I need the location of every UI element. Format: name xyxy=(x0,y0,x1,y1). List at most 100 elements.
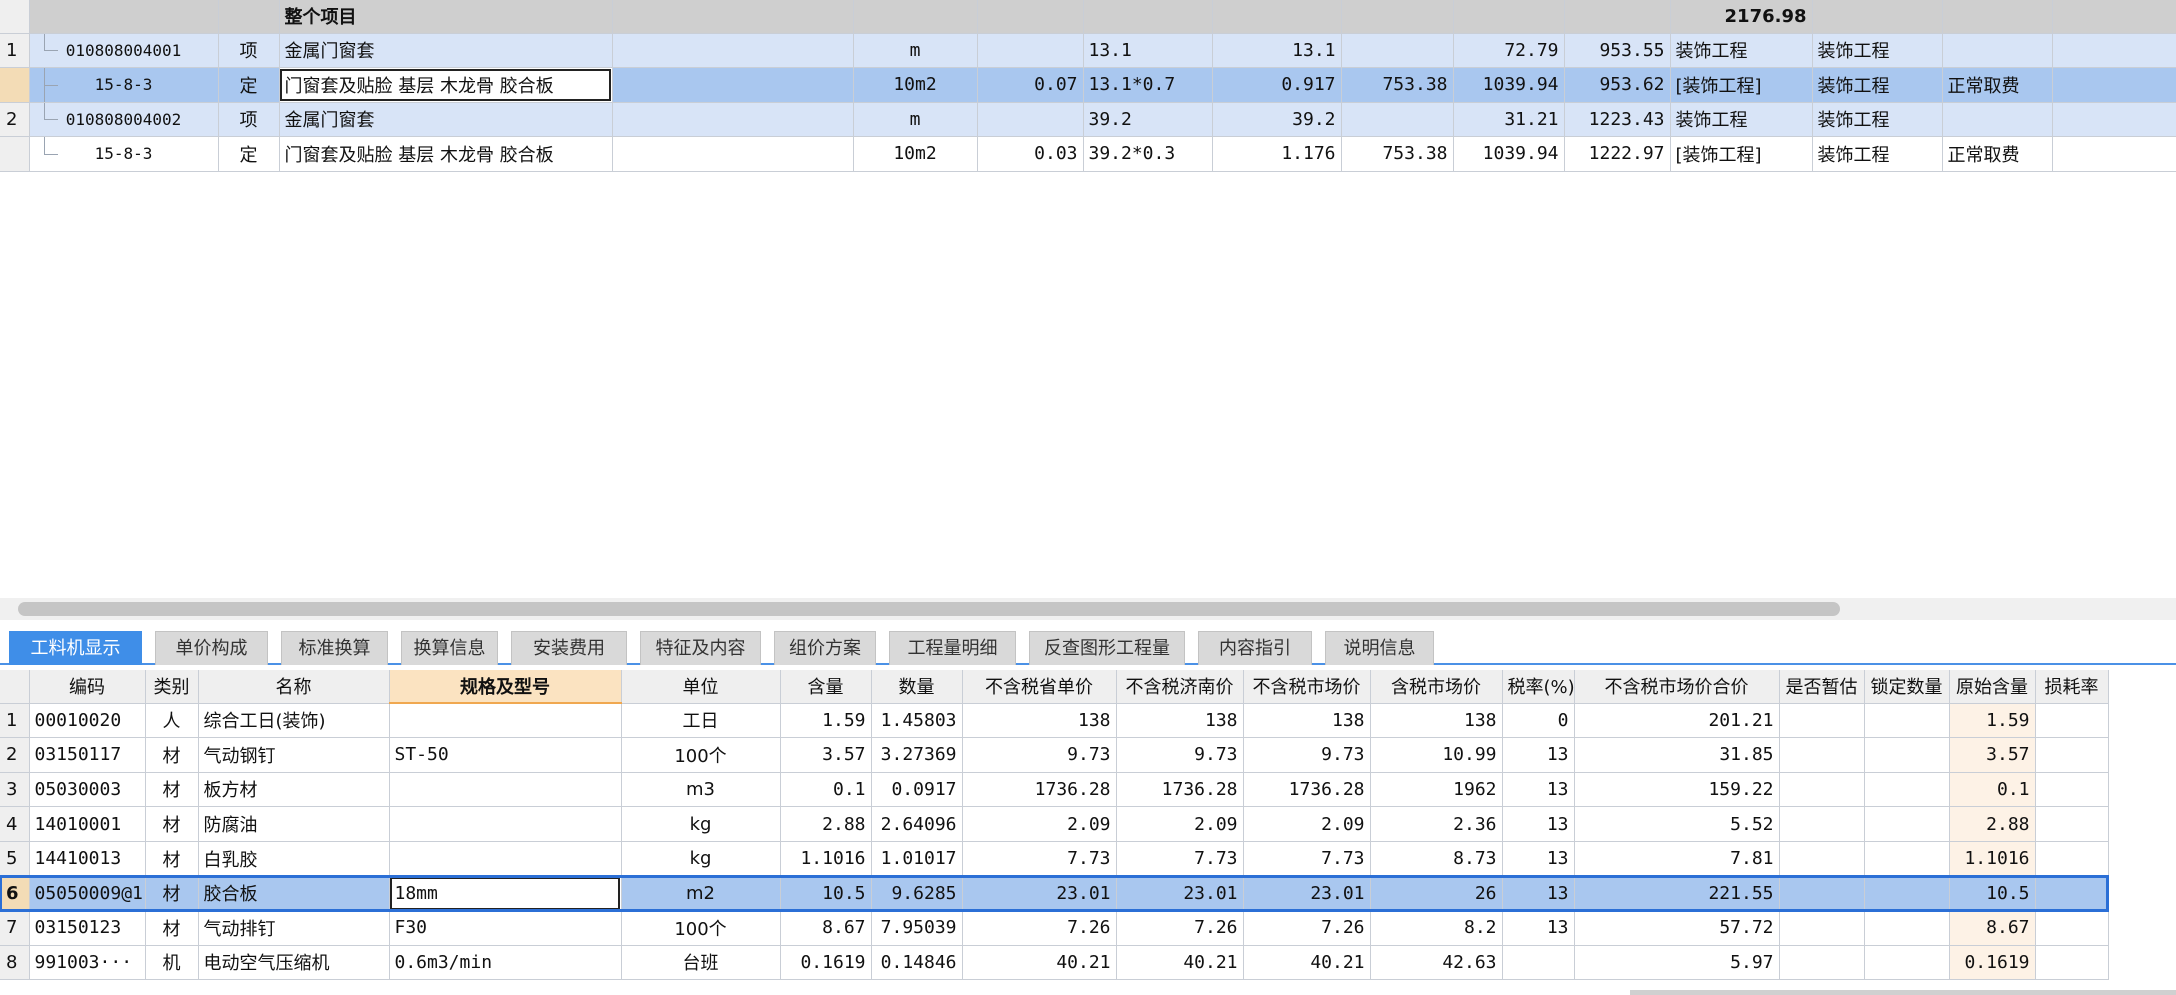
item-code[interactable]: 010808004002 xyxy=(29,102,219,137)
resource-code[interactable]: 05030003 xyxy=(29,772,146,808)
price-province[interactable]: 40.21 xyxy=(962,945,1117,981)
resource-content[interactable]: 1.59 xyxy=(780,703,872,739)
price-market[interactable]: 2.09 xyxy=(1243,806,1371,842)
resource-type[interactable]: 材 xyxy=(145,737,199,773)
column-header-5[interactable]: 单位 xyxy=(621,670,781,704)
tab-3[interactable]: 标准换算 xyxy=(281,631,388,665)
tax-rate[interactable]: 13 xyxy=(1502,875,1575,912)
resource-type[interactable]: 材 xyxy=(145,910,199,946)
price-market-tax[interactable]: 8.73 xyxy=(1370,841,1503,877)
resource-name[interactable]: 白乳胶 xyxy=(198,841,390,877)
resource-spec[interactable]: 0.6m3/min xyxy=(389,945,622,981)
price-jinan[interactable]: 23.01 xyxy=(1116,875,1244,912)
resource-type[interactable]: 材 xyxy=(145,875,199,912)
item-quantity[interactable]: 39.2 xyxy=(1212,102,1342,137)
bill-item-row[interactable]: 1 010808004001 项金属门窗套 m 13.1 13.1 72.79 953.55 装… xyxy=(0,33,2176,68)
price-province[interactable]: 1736.28 xyxy=(962,772,1117,808)
item-sum[interactable]: 1223.43 xyxy=(1564,102,1671,137)
price-province[interactable]: 23.01 xyxy=(962,875,1117,912)
resource-row[interactable]: 5 14410013 材白乳胶 kg 1.1016 1.01017 7.73 7.73 7.73… xyxy=(0,841,2109,877)
column-header-11[interactable]: 含税市场价 xyxy=(1370,670,1503,704)
item-sum[interactable]: 1222.97 xyxy=(1564,136,1671,172)
original-content[interactable]: 2.88 xyxy=(1949,806,2036,842)
item-quantity-expression[interactable]: 39.2 xyxy=(1083,102,1213,137)
resource-name[interactable]: 综合工日(装饰) xyxy=(198,703,390,739)
market-total[interactable]: 5.97 xyxy=(1574,945,1780,981)
resource-content[interactable]: 8.67 xyxy=(780,910,872,946)
price-province[interactable]: 138 xyxy=(962,703,1117,739)
tax-rate[interactable]: 13 xyxy=(1502,806,1575,842)
resource-type[interactable]: 材 xyxy=(145,806,199,842)
item-category[interactable]: 装饰工程 xyxy=(1670,102,1813,137)
item-quantity-expression[interactable]: 39.2*0.3 xyxy=(1083,136,1213,172)
item-name[interactable]: 金属门窗套 xyxy=(279,102,613,137)
price-jinan[interactable]: 1736.28 xyxy=(1116,772,1244,808)
resource-content[interactable]: 2.88 xyxy=(780,806,872,842)
is-estimate[interactable] xyxy=(1779,737,1865,773)
item-name[interactable]: 金属门窗套 xyxy=(279,33,613,68)
price-market-tax[interactable]: 42.63 xyxy=(1370,945,1503,981)
column-header-9[interactable]: 不含税济南价 xyxy=(1116,670,1244,704)
resource-type[interactable]: 材 xyxy=(145,772,199,808)
item-code[interactable]: 15-8-3 xyxy=(29,136,219,172)
market-total[interactable]: 57.72 xyxy=(1574,910,1780,946)
original-content[interactable]: 10.5 xyxy=(1949,875,2036,912)
resource-quantity[interactable]: 2.64096 xyxy=(871,806,963,842)
resource-unit[interactable]: 台班 xyxy=(621,945,781,981)
resource-content[interactable]: 0.1 xyxy=(780,772,872,808)
price-market[interactable]: 23.01 xyxy=(1243,875,1371,912)
resource-code[interactable]: 03150123 xyxy=(29,910,146,946)
column-header-12[interactable]: 税率(%) xyxy=(1502,670,1575,704)
item-unit[interactable]: 10m2 xyxy=(853,136,978,172)
original-content[interactable]: 1.1016 xyxy=(1949,841,2036,877)
price-market[interactable]: 7.73 xyxy=(1243,841,1371,877)
price-province[interactable]: 7.73 xyxy=(962,841,1117,877)
item-extra[interactable] xyxy=(2052,33,2176,68)
resource-content[interactable]: 0.1619 xyxy=(780,945,872,981)
tax-rate[interactable]: 0 xyxy=(1502,703,1575,739)
resource-spec[interactable] xyxy=(389,772,622,808)
resource-quantity[interactable]: 7.95039 xyxy=(871,910,963,946)
loss-rate[interactable] xyxy=(2035,772,2109,808)
price-market-tax[interactable]: 1962 xyxy=(1370,772,1503,808)
resource-name[interactable]: 防腐油 xyxy=(198,806,390,842)
market-total[interactable]: 7.81 xyxy=(1574,841,1780,877)
item-category[interactable]: [装饰工程] xyxy=(1670,136,1813,172)
tab-6[interactable]: 特征及内容 xyxy=(640,631,761,665)
resource-quantity[interactable]: 1.01017 xyxy=(871,841,963,877)
resource-type[interactable]: 材 xyxy=(145,841,199,877)
column-header-13[interactable]: 不含税市场价合价 xyxy=(1574,670,1780,704)
is-estimate[interactable] xyxy=(1779,703,1865,739)
is-estimate[interactable] xyxy=(1779,841,1865,877)
item-fee-type[interactable] xyxy=(1942,102,2053,137)
column-header-7[interactable]: 数量 xyxy=(871,670,963,704)
market-total[interactable]: 159.22 xyxy=(1574,772,1780,808)
resource-code[interactable]: 05050009@1 xyxy=(29,875,146,912)
column-header-17[interactable]: 损耗率 xyxy=(2035,670,2109,704)
tax-rate[interactable]: 13 xyxy=(1502,772,1575,808)
quota-row[interactable]: 15-8-3 定门窗套及贴脸 基层 木龙骨 胶合板 10m2 0.03 39.2*0.3… xyxy=(0,136,2176,172)
price-market[interactable]: 138 xyxy=(1243,703,1371,739)
resource-unit[interactable]: 工日 xyxy=(621,703,781,739)
resource-name[interactable]: 胶合板 xyxy=(198,875,390,912)
item-content[interactable]: 0.07 xyxy=(977,67,1084,103)
column-header-6[interactable]: 含量 xyxy=(780,670,872,704)
item-content[interactable]: 0.03 xyxy=(977,136,1084,172)
item-price[interactable] xyxy=(1341,33,1454,68)
price-province[interactable]: 2.09 xyxy=(962,806,1117,842)
price-market[interactable]: 7.26 xyxy=(1243,910,1371,946)
column-header-1[interactable]: 编码 xyxy=(29,670,146,704)
resource-unit[interactable]: m2 xyxy=(621,875,781,912)
column-header-0[interactable] xyxy=(0,670,30,704)
item-name[interactable]: 门窗套及贴脸 基层 木龙骨 胶合板 xyxy=(279,136,613,172)
item-type[interactable]: 定 xyxy=(218,67,280,103)
resource-row[interactable]: 7 03150123 材气动排钉 F30 100个 8.67 7.95039 7.26 7.26… xyxy=(0,910,2109,946)
price-province[interactable]: 7.26 xyxy=(962,910,1117,946)
item-feature[interactable] xyxy=(612,102,854,137)
bill-item-row[interactable]: 2 010808004002 项金属门窗套 m 39.2 39.2 31.21 1223.43… xyxy=(0,102,2176,137)
item-feature[interactable] xyxy=(612,33,854,68)
column-header-15[interactable]: 锁定数量 xyxy=(1864,670,1950,704)
item-fee-type[interactable]: 正常取费 xyxy=(1942,136,2053,172)
original-content[interactable]: 1.59 xyxy=(1949,703,2036,739)
item-unit-price[interactable]: 1039.94 xyxy=(1453,67,1565,103)
